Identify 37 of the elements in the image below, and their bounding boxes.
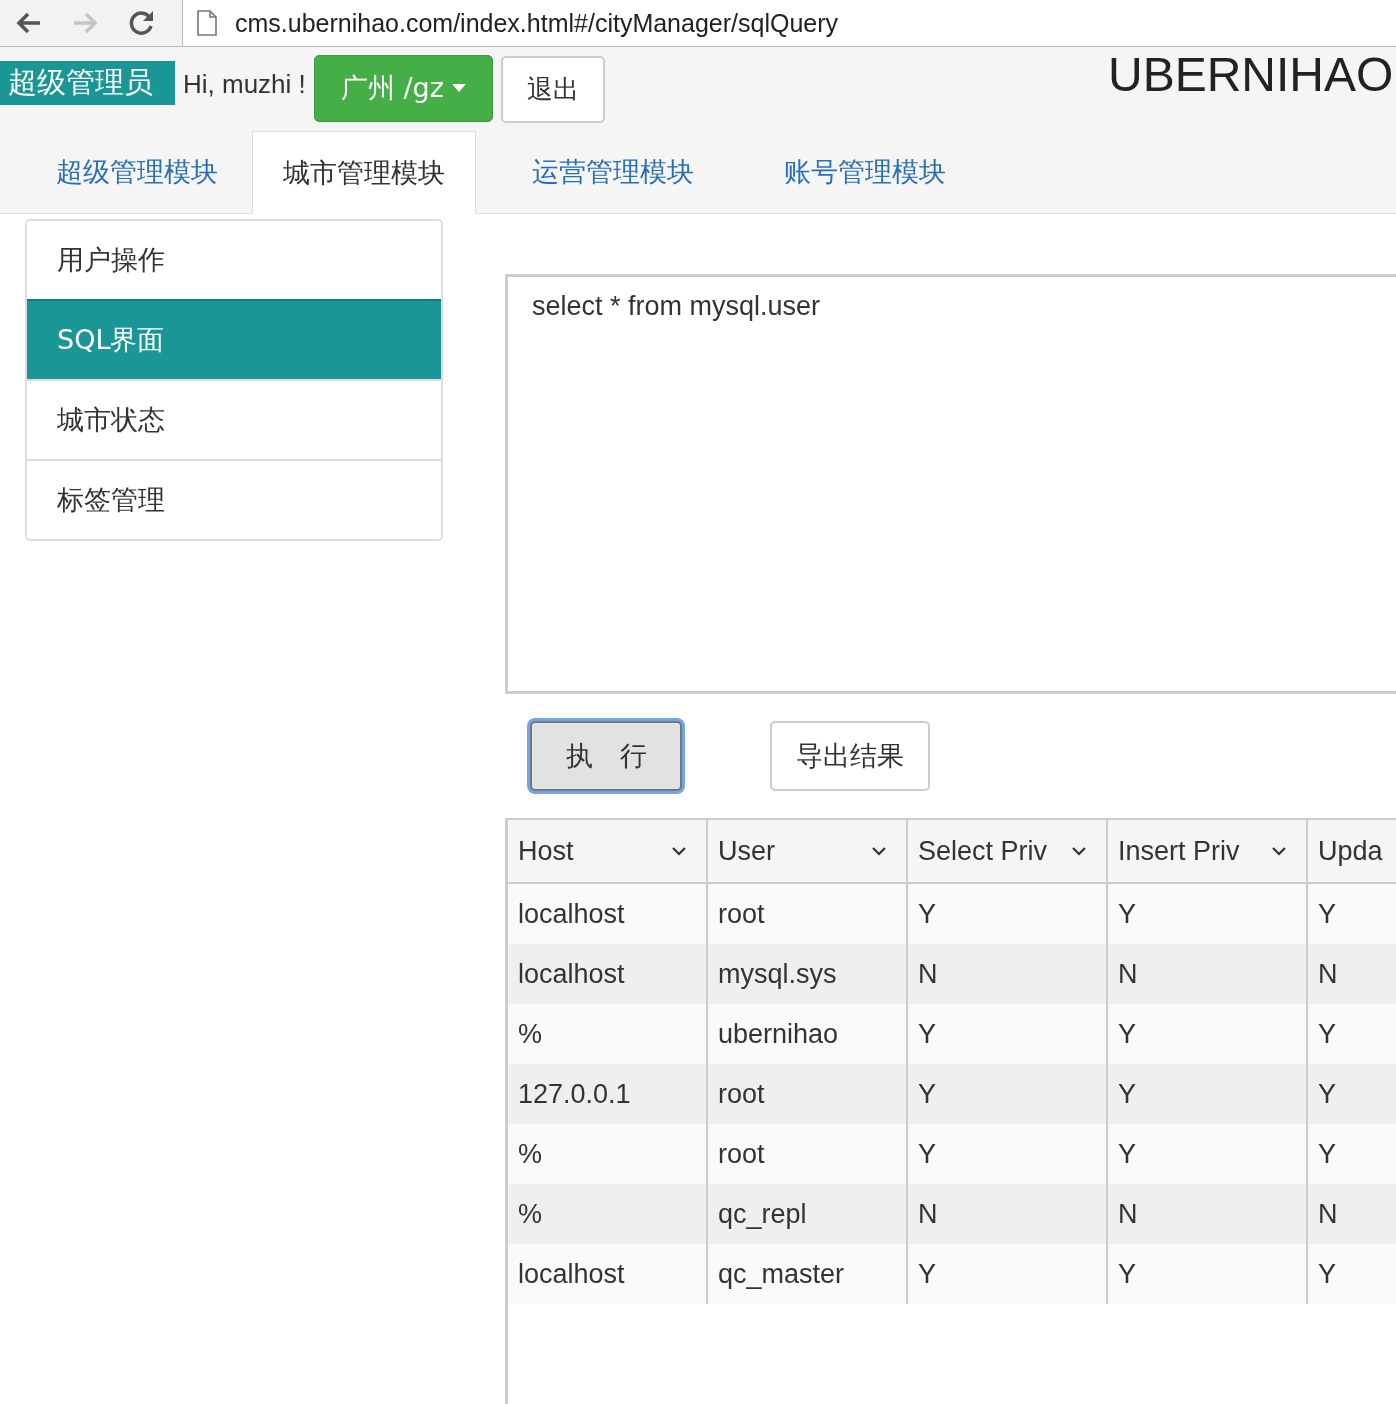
- site-title: UBERNIHAO: [1108, 47, 1394, 102]
- url-text: cms.ubernihao.com/index.html#/cityManager/sqlQuery: [235, 8, 839, 38]
- table-cell-text: Y: [1317, 1257, 1337, 1291]
- table-cell-text: N: [1317, 1197, 1339, 1231]
- greeting-text: Hi, muzhi !: [183, 68, 306, 100]
- chevron-down-icon: [872, 846, 886, 856]
- table-cell-text: N: [1317, 957, 1339, 991]
- sidebar-item[interactable]: SQL界面: [27, 299, 441, 379]
- module-tab[interactable]: 城市管理模块: [252, 131, 476, 214]
- table-cell-text: Y: [1317, 1017, 1337, 1051]
- column-header[interactable]: Insert Priv: [1108, 820, 1308, 882]
- logout-button[interactable]: 退出: [500, 55, 605, 123]
- table-cell-text: Y: [1317, 1077, 1337, 1111]
- column-header[interactable]: Select Priv: [908, 820, 1108, 882]
- export-button[interactable]: 导出结果: [770, 721, 930, 791]
- module-tab[interactable]: 超级管理模块: [0, 131, 252, 213]
- address-bar[interactable]: cms.ubernihao.com/index.html#/cityManager/sqlQuery: [182, 0, 1396, 46]
- chevron-down-icon: [1072, 846, 1086, 856]
- caret-icon: [451, 84, 466, 92]
- page-icon: [197, 10, 217, 36]
- column-header[interactable]: User: [708, 820, 908, 882]
- role-badge: 超级管理员: [0, 61, 175, 105]
- execute-button[interactable]: 执 行: [530, 721, 682, 791]
- sql-input-field[interactable]: select * from mysql.user: [505, 274, 1396, 694]
- table-cell-text: Y: [1317, 897, 1337, 931]
- table-cell: Y: [1108, 1244, 1308, 1304]
- column-header[interactable]: Host: [508, 820, 708, 882]
- column-header[interactable]: Upda: [1308, 820, 1396, 882]
- sidebar-item[interactable]: 标签管理: [27, 459, 441, 539]
- table-cell-text: Y: [1317, 1137, 1337, 1171]
- chevron-down-icon: [672, 846, 686, 856]
- module-tab[interactable]: 账号管理模块: [728, 131, 980, 213]
- module-tab[interactable]: 运营管理模块: [476, 131, 728, 213]
- chevron-down-icon: [1272, 846, 1286, 856]
- table-cell: Y: [908, 1244, 1108, 1304]
- table-cell: qc_master: [708, 1244, 908, 1304]
- table-cell: localhost: [508, 1244, 708, 1304]
